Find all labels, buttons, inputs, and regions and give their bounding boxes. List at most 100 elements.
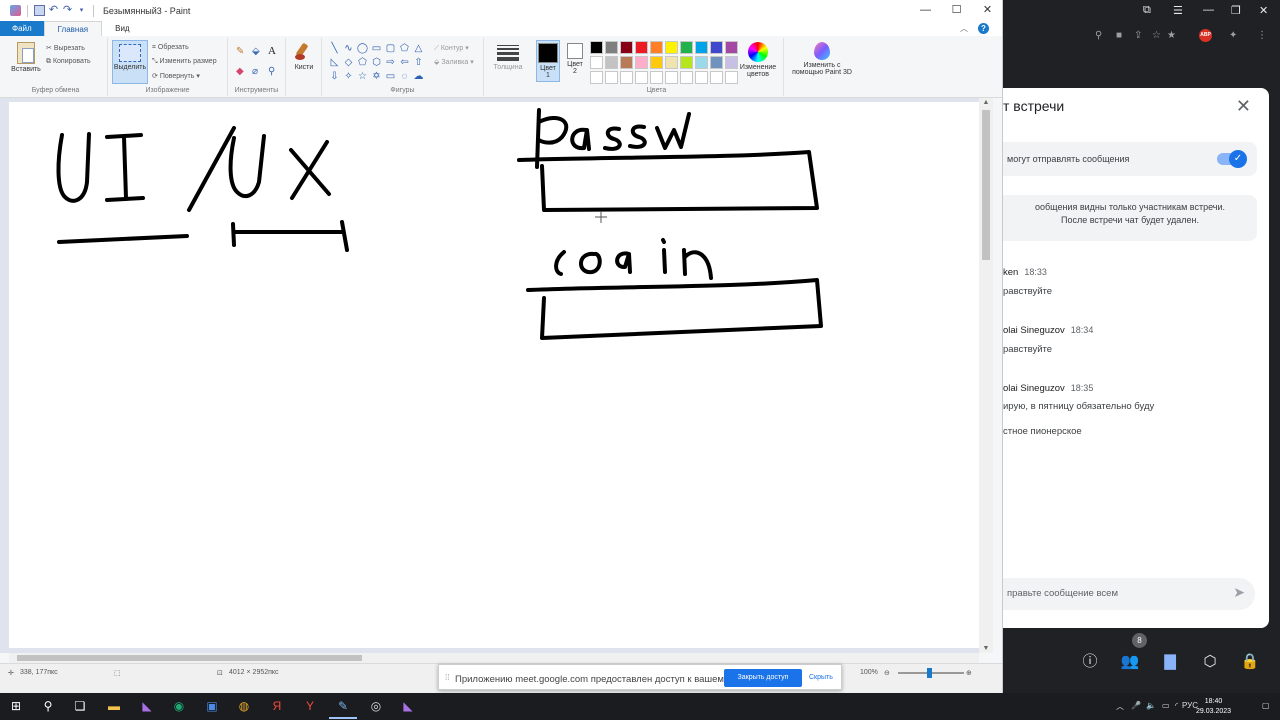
- tab-home[interactable]: Главная: [43, 21, 103, 36]
- people-icon[interactable]: 👥: [1120, 652, 1140, 672]
- search-icon[interactable]: ⚲: [1095, 30, 1102, 41]
- close-chat-icon[interactable]: ✕: [1236, 96, 1251, 117]
- crop-button[interactable]: ⌗ Обрезать: [152, 44, 189, 52]
- help-icon[interactable]: ?: [978, 23, 989, 34]
- rotate-button[interactable]: ⟳ Повернуть ▾: [152, 72, 200, 80]
- host-controls-icon[interactable]: 🔒: [1240, 652, 1260, 672]
- right-arrow-shape-icon[interactable]: ⇨: [384, 56, 397, 69]
- collapse-ribbon-icon[interactable]: ︿: [960, 23, 968, 34]
- microphone-icon[interactable]: 🎤: [1131, 701, 1141, 710]
- scroll-down-icon[interactable]: ▼: [979, 645, 993, 652]
- diamond-shape-icon[interactable]: ◇: [342, 56, 355, 69]
- pencil-icon[interactable]: ✎: [236, 46, 244, 57]
- group-brushes[interactable]: Кисти: [286, 38, 322, 96]
- file-explorer-icon[interactable]: ▬: [106, 698, 122, 714]
- size-button[interactable]: Толщина: [490, 44, 526, 71]
- text-icon[interactable]: A: [268, 45, 276, 57]
- callout-shape-icon[interactable]: ▭: [384, 70, 397, 83]
- edit-colors-button[interactable]: Изменение цветов: [736, 42, 780, 78]
- horizontal-scrollbar[interactable]: [9, 653, 979, 663]
- visual-studio-2-icon[interactable]: ◣: [400, 698, 416, 714]
- notifications-icon[interactable]: ▢: [1262, 701, 1270, 710]
- fill-dropdown[interactable]: ⬙ Заливка ▾: [434, 58, 474, 66]
- save-icon[interactable]: [34, 5, 45, 16]
- paste-button[interactable]: Вставить: [8, 42, 44, 73]
- outline-dropdown[interactable]: ⟋ Контур ▾: [434, 44, 469, 53]
- zoom-slider-thumb[interactable]: [927, 668, 932, 678]
- line-shape-icon[interactable]: ╲: [328, 42, 341, 55]
- zoom-in-icon[interactable]: ⊕: [966, 669, 972, 677]
- curve-shape-icon[interactable]: ∿: [342, 42, 355, 55]
- allow-messages-toggle[interactable]: ✓: [1217, 150, 1247, 168]
- drag-handle-icon[interactable]: ⁞⁞: [445, 673, 449, 682]
- paint-taskbar-icon[interactable]: ✎: [329, 698, 357, 719]
- close-button[interactable]: ✕: [972, 0, 1002, 21]
- obs-icon[interactable]: ◎: [368, 698, 384, 714]
- scroll-up-icon[interactable]: ▲: [979, 99, 993, 106]
- copy-button[interactable]: ⧉ Копировать: [46, 58, 91, 66]
- camera-icon[interactable]: ■: [1116, 30, 1122, 41]
- redo-icon[interactable]: ↷: [62, 5, 73, 16]
- cloud-callout-shape-icon[interactable]: ☁: [412, 70, 425, 83]
- four-star-shape-icon[interactable]: ✧: [342, 70, 355, 83]
- undo-icon[interactable]: ↶: [48, 5, 59, 16]
- zoom-out-icon[interactable]: ⊖: [884, 669, 890, 677]
- restore-icon[interactable]: ❐: [1231, 4, 1241, 17]
- select-button[interactable]: Выделить: [112, 40, 148, 84]
- chrome-icon[interactable]: ◍: [236, 698, 252, 714]
- send-icon[interactable]: ➤: [1233, 584, 1245, 601]
- right-triangle-shape-icon[interactable]: ◺: [328, 56, 341, 69]
- info-icon[interactable]: ⓘ: [1080, 652, 1100, 672]
- down-arrow-shape-icon[interactable]: ⇩: [328, 70, 341, 83]
- minimize-button[interactable]: —: [910, 0, 941, 21]
- five-star-shape-icon[interactable]: ☆: [356, 70, 369, 83]
- stop-sharing-button[interactable]: Закрыть доступ: [724, 669, 802, 687]
- system-clock[interactable]: 18:40 29.03.2023: [1196, 697, 1231, 717]
- drawing-canvas[interactable]: [9, 102, 979, 648]
- vertical-scroll-thumb[interactable]: [982, 110, 990, 260]
- up-arrow-shape-icon[interactable]: ⇧: [412, 56, 425, 69]
- shapes-gallery[interactable]: ╲ ∿ ◯ ▭ ▢ ⬠ △ ◺ ◇ ⬠ ⬡ ⇨ ⇦ ⇧ ⇩ ✧ ☆ ✡ ▭ ◌: [328, 42, 424, 83]
- store-icon[interactable]: ▣: [204, 698, 220, 714]
- pentagon-shape-icon[interactable]: ⬠: [356, 56, 369, 69]
- fill-icon[interactable]: ⬙: [252, 46, 260, 57]
- close-icon[interactable]: ✕: [1259, 4, 1268, 17]
- menu-icon[interactable]: ☰: [1173, 4, 1183, 17]
- tab-file[interactable]: Файл: [0, 21, 44, 36]
- rectangle-shape-icon[interactable]: ▭: [370, 42, 383, 55]
- left-arrow-shape-icon[interactable]: ⇦: [398, 56, 411, 69]
- chat-icon[interactable]: ▇: [1160, 652, 1180, 672]
- oval-shape-icon[interactable]: ◯: [356, 42, 369, 55]
- vertical-scrollbar[interactable]: ▲ ▼: [979, 98, 993, 653]
- yandex-icon[interactable]: Я: [269, 698, 285, 714]
- task-view-icon[interactable]: ❏: [72, 698, 88, 714]
- yandex-browser-icon[interactable]: Y: [302, 698, 318, 714]
- start-icon[interactable]: ⊞: [8, 698, 24, 714]
- search-icon[interactable]: ⚲: [40, 698, 56, 714]
- more-icon[interactable]: ⋮: [1257, 30, 1267, 41]
- extensions-icon[interactable]: ✦: [1229, 30, 1237, 41]
- edge-icon[interactable]: ◉: [171, 698, 187, 714]
- picture-in-picture-icon[interactable]: ⧉: [1143, 4, 1151, 17]
- cut-button[interactable]: ✂ Вырезать: [46, 44, 85, 52]
- bookmark-icon[interactable]: ☆: [1152, 30, 1161, 41]
- paint-app-icon[interactable]: [10, 5, 21, 16]
- visual-studio-icon[interactable]: ◣: [139, 698, 155, 714]
- six-star-shape-icon[interactable]: ✡: [370, 70, 383, 83]
- triangle-shape-icon[interactable]: △: [412, 42, 425, 55]
- customize-dropdown-icon[interactable]: ▾: [76, 5, 87, 16]
- volume-icon[interactable]: 🔈: [1146, 701, 1156, 710]
- paint3d-button[interactable]: Изменить с помощью Paint 3D: [786, 42, 858, 76]
- brushes-button[interactable]: Кисти: [290, 42, 318, 71]
- tab-view[interactable]: Вид: [102, 21, 142, 36]
- eraser-icon[interactable]: ◆: [236, 66, 244, 77]
- activities-icon[interactable]: ⬡: [1200, 652, 1220, 672]
- polygon-shape-icon[interactable]: ⬠: [398, 42, 411, 55]
- network-icon[interactable]: ▭: [1162, 701, 1170, 710]
- bookmark-fill-icon[interactable]: ★: [1167, 30, 1176, 41]
- chat-compose[interactable]: правьте сообщение всем ➤: [1003, 578, 1255, 610]
- color-picker-icon[interactable]: ⌀: [252, 66, 258, 77]
- hide-banner-button[interactable]: Скрыть: [809, 674, 833, 681]
- magnifier-icon[interactable]: ⚲: [268, 66, 275, 77]
- wifi-icon[interactable]: ◜: [1175, 701, 1178, 710]
